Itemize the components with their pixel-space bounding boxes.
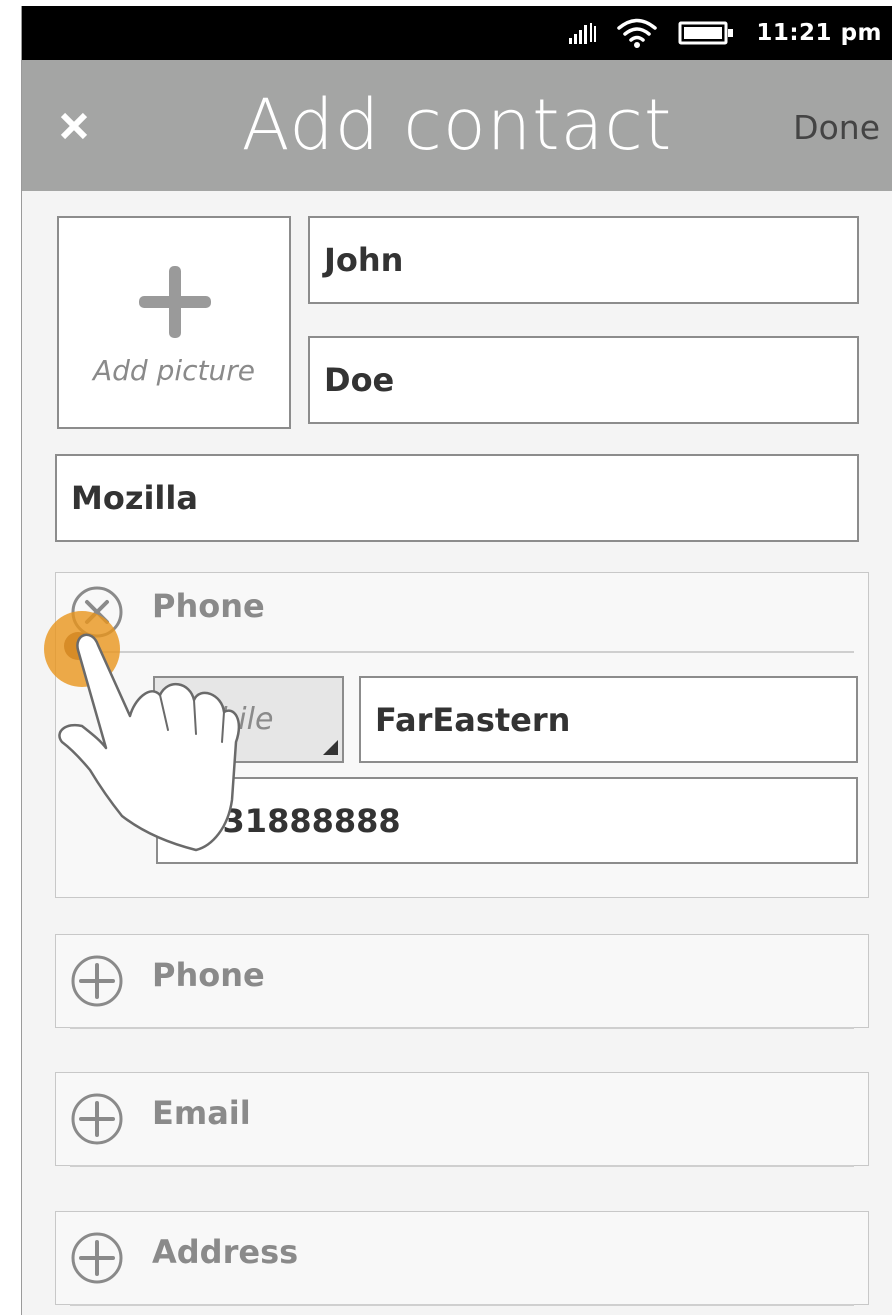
plus-icon xyxy=(139,266,211,338)
given-name-input[interactable]: John xyxy=(308,216,859,304)
phone-number-input[interactable]: 0931888888 xyxy=(156,777,858,864)
close-icon xyxy=(60,112,88,140)
wifi-icon xyxy=(616,6,658,60)
phone-type-value: Mobile xyxy=(175,702,274,737)
phone-section-label: Phone xyxy=(152,587,265,625)
status-bar: 11:21 pm xyxy=(22,6,892,60)
section-divider xyxy=(70,1027,854,1029)
remove-icon[interactable] xyxy=(70,585,124,639)
header-bar: Add contact Done xyxy=(22,60,892,191)
add-address-label: Address xyxy=(152,1233,299,1271)
add-email-label: Email xyxy=(152,1094,251,1132)
dropdown-arrow-icon xyxy=(323,740,338,755)
done-button[interactable]: Done xyxy=(793,98,880,158)
add-email-section[interactable]: Email xyxy=(55,1072,869,1166)
phone-type-select[interactable]: Mobile xyxy=(153,676,344,763)
add-phone-section[interactable]: Phone xyxy=(55,934,869,1028)
add-icon xyxy=(71,955,123,1007)
family-name-input[interactable]: Doe xyxy=(308,336,859,424)
phone-section: Phone Mobile FarEastern 0931888888 xyxy=(55,572,869,898)
add-icon xyxy=(71,1093,123,1145)
add-phone-label: Phone xyxy=(152,956,265,994)
contact-form: Add picture John Doe Mozilla Phone Mobil… xyxy=(22,191,892,1315)
section-divider xyxy=(70,1304,854,1306)
status-time: 11:21 pm xyxy=(756,20,882,46)
page-title: Add contact xyxy=(241,84,673,166)
section-divider xyxy=(98,651,854,653)
battery-icon xyxy=(678,6,738,60)
signal-icon xyxy=(568,6,598,60)
add-picture-button[interactable]: Add picture xyxy=(57,216,291,429)
add-picture-label: Add picture xyxy=(92,354,255,387)
section-divider xyxy=(70,1165,854,1167)
carrier-input[interactable]: FarEastern xyxy=(359,676,858,763)
add-address-section[interactable]: Address xyxy=(55,1211,869,1305)
screen: 11:21 pm Add contact Done Add picture Jo… xyxy=(22,6,892,1315)
company-input[interactable]: Mozilla xyxy=(55,454,859,542)
close-button[interactable] xyxy=(44,96,104,156)
add-icon xyxy=(71,1232,123,1284)
